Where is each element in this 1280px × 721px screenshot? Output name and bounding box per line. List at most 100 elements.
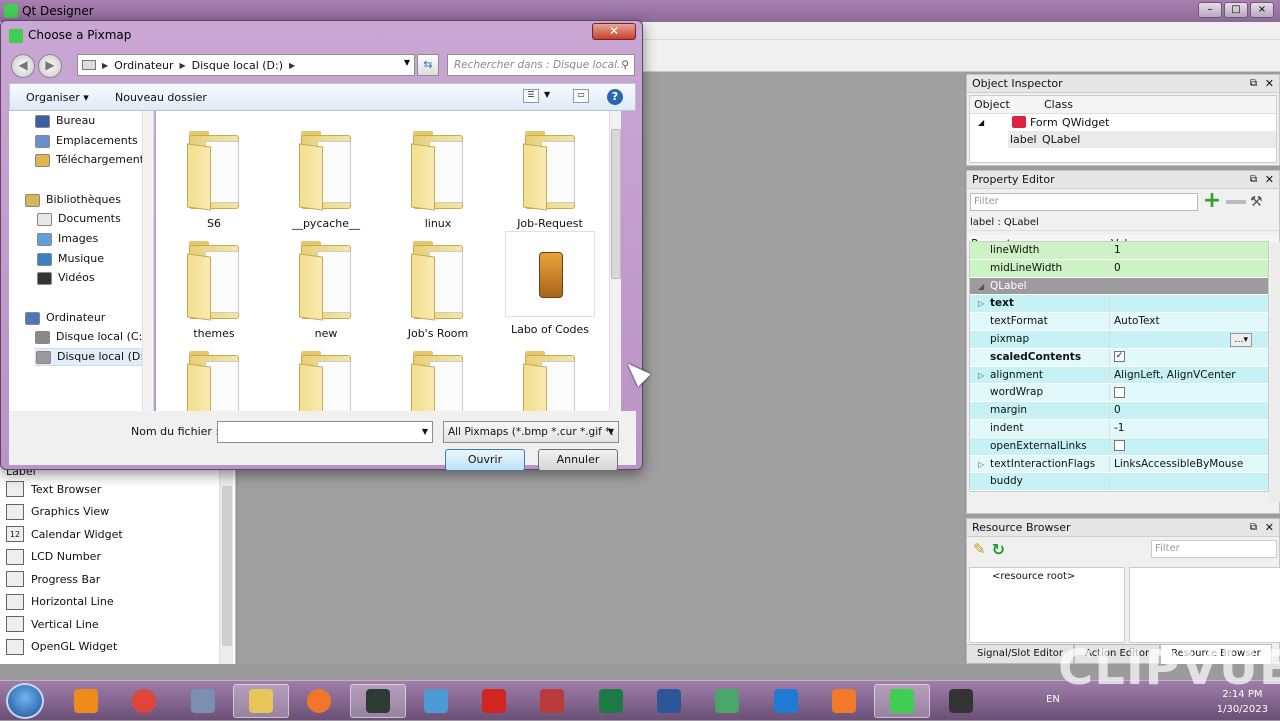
property-row[interactable]: ▷ alignment AlignLeft, AlignVCenter xyxy=(970,366,1268,385)
nav-item[interactable]: Bibliothèques xyxy=(25,191,121,209)
widget-item[interactable]: OpenGL Widget xyxy=(0,636,235,659)
back-button[interactable]: ◀ xyxy=(11,54,35,78)
nav-item[interactable]: Téléchargements xyxy=(35,151,150,169)
widget-item[interactable]: Graphics View xyxy=(0,501,235,524)
property-value[interactable]: 1 xyxy=(1110,242,1268,259)
widget-box-scrollbar[interactable] xyxy=(219,466,233,664)
taskbar-excel-button[interactable] xyxy=(583,684,639,718)
checkbox[interactable] xyxy=(1114,386,1125,398)
collapse-icon[interactable]: ◢ xyxy=(978,278,984,296)
taskbar-firefox-button[interactable] xyxy=(291,684,347,718)
resource-tree[interactable]: <resource root> xyxy=(969,567,1125,643)
file-item[interactable]: S6 xyxy=(164,131,264,230)
property-row[interactable]: textFormat AutoText xyxy=(970,313,1268,331)
nav-item[interactable]: Musique xyxy=(37,250,104,268)
help-icon[interactable]: ? xyxy=(607,89,623,105)
tree-row-form[interactable]: ◢ Form QWidget xyxy=(970,114,1276,131)
file-item[interactable]: Job-Request xyxy=(500,131,600,230)
nav-item[interactable]: Bureau xyxy=(35,112,95,130)
property-row[interactable]: wordWrap xyxy=(970,384,1268,403)
property-filter-input[interactable]: Filter xyxy=(970,193,1198,211)
wrench-icon[interactable]: ⚒ xyxy=(1250,194,1263,210)
nav-scrollbar[interactable] xyxy=(142,111,153,411)
property-value[interactable] xyxy=(1110,384,1268,401)
widget-item[interactable]: LCD Number xyxy=(0,546,235,569)
taskbar-box-button[interactable] xyxy=(699,684,755,718)
edit-resources-icon[interactable]: ✎ xyxy=(973,540,986,558)
property-value[interactable]: 0 xyxy=(1110,260,1268,277)
file-item[interactable]: __pycache__ xyxy=(276,131,376,230)
expand-icon[interactable]: ▷ xyxy=(978,456,984,474)
property-row[interactable]: buddy xyxy=(970,473,1268,492)
taskbar-word-button[interactable] xyxy=(641,684,697,718)
resource-filter-input[interactable]: Filter xyxy=(1151,540,1277,558)
chevron-down-icon[interactable]: ▼ xyxy=(404,58,410,67)
widget-item[interactable]: Text Browser xyxy=(0,478,235,501)
filetype-select[interactable]: All Pixmaps (*.bmp *.cur *.gif *. ▼ xyxy=(443,421,619,443)
cancel-button[interactable]: Annuler xyxy=(538,449,618,471)
chevron-down-icon[interactable]: ▼ xyxy=(422,427,428,436)
widget-item[interactable]: Vertical Line xyxy=(0,613,235,636)
open-button[interactable]: Ouvrir xyxy=(445,449,525,471)
float-icon[interactable]: ⧉ xyxy=(1250,171,1257,189)
add-property-icon[interactable]: + xyxy=(1202,190,1222,212)
widget-item[interactable]: Progress Bar xyxy=(0,568,235,591)
minimize-button[interactable]: – xyxy=(1198,2,1222,18)
file-item[interactable] xyxy=(276,351,376,413)
chevron-right-icon[interactable]: ▶ xyxy=(289,61,295,70)
chevron-down-icon[interactable]: ▼ xyxy=(608,422,614,442)
checkbox[interactable]: ✓ xyxy=(1114,351,1125,363)
close-icon[interactable]: ✕ xyxy=(1265,75,1274,93)
chevron-right-icon[interactable]: ▶ xyxy=(179,61,185,70)
float-icon[interactable]: ⧉ xyxy=(1250,519,1257,537)
property-value[interactable]: …▾ xyxy=(1110,331,1268,348)
file-item[interactable] xyxy=(500,351,600,413)
taskbar-qt-designer-button[interactable] xyxy=(874,684,931,718)
property-value[interactable]: LinksAccessibleByMouse xyxy=(1110,456,1268,473)
property-value[interactable] xyxy=(1110,295,1268,312)
property-row[interactable]: ▷ textInteractionFlags LinksAccessibleByMo… xyxy=(970,455,1268,474)
taskbar-terminal-button[interactable] xyxy=(933,684,989,718)
nav-item[interactable]: Images xyxy=(37,230,98,248)
taskbar-explorer-button[interactable] xyxy=(232,684,289,718)
file-item[interactable]: Job's Room xyxy=(388,241,488,340)
property-value[interactable]: ✓ xyxy=(1110,349,1268,366)
file-item[interactable]: new xyxy=(276,241,376,340)
search-input[interactable]: Rechercher dans : Disque local... ⚲ xyxy=(447,54,635,76)
filename-input[interactable]: ▼ xyxy=(217,421,433,443)
taskbar-access-button[interactable] xyxy=(524,684,580,718)
property-value[interactable] xyxy=(1110,278,1268,295)
property-row[interactable]: pixmap …▾ xyxy=(970,330,1268,349)
property-row[interactable]: ▷ text xyxy=(970,295,1268,314)
close-icon[interactable]: ✕ xyxy=(1265,171,1274,189)
property-row[interactable]: scaledContents ✓ xyxy=(970,348,1268,367)
taskbar-vscode-button[interactable] xyxy=(758,684,814,718)
widget-item[interactable]: 12 Calendar Widget xyxy=(0,523,235,546)
browse-pixmap-button[interactable]: …▾ xyxy=(1230,332,1252,347)
chevron-right-icon[interactable]: ▶ xyxy=(102,61,108,70)
taskbar-xampp-button[interactable] xyxy=(816,684,872,718)
close-window-button[interactable]: × xyxy=(1250,2,1274,18)
file-item[interactable]: Labo of Codes xyxy=(500,231,600,336)
breadcrumb-disque-d[interactable]: Disque local (D:) xyxy=(192,59,283,72)
scrollbar-thumb[interactable] xyxy=(611,129,621,279)
widget-item[interactable]: Horizontal Line xyxy=(0,591,235,614)
property-row[interactable]: openExternalLinks xyxy=(970,437,1268,456)
remove-property-icon[interactable] xyxy=(1226,200,1246,204)
nav-item[interactable]: Documents xyxy=(37,210,121,228)
column-object[interactable]: Object xyxy=(970,96,1040,113)
search-icon[interactable]: ⚲ xyxy=(621,55,629,75)
address-bar[interactable]: ▶ Ordinateur ▶ Disque local (D:) ▶ ▼ xyxy=(77,54,415,76)
maximize-button[interactable]: □ xyxy=(1224,2,1248,18)
property-scrollbar[interactable] xyxy=(1270,242,1280,502)
tree-row-label[interactable]: label QLabel xyxy=(1008,131,1276,148)
organize-button[interactable]: Organiser ▾ xyxy=(26,91,89,104)
property-row[interactable]: midLineWidth 0 xyxy=(970,259,1268,278)
breadcrumb-ordinateur[interactable]: Ordinateur xyxy=(114,59,173,72)
property-value[interactable]: AutoText xyxy=(1110,313,1268,330)
reload-icon[interactable]: ↻ xyxy=(992,540,1005,559)
expand-icon[interactable]: ▷ xyxy=(978,367,984,385)
taskbar-qt-creator-button[interactable] xyxy=(349,684,406,718)
resource-root-item[interactable]: <resource root> xyxy=(992,571,1075,582)
taskbar-paint-net-button[interactable] xyxy=(408,684,464,718)
